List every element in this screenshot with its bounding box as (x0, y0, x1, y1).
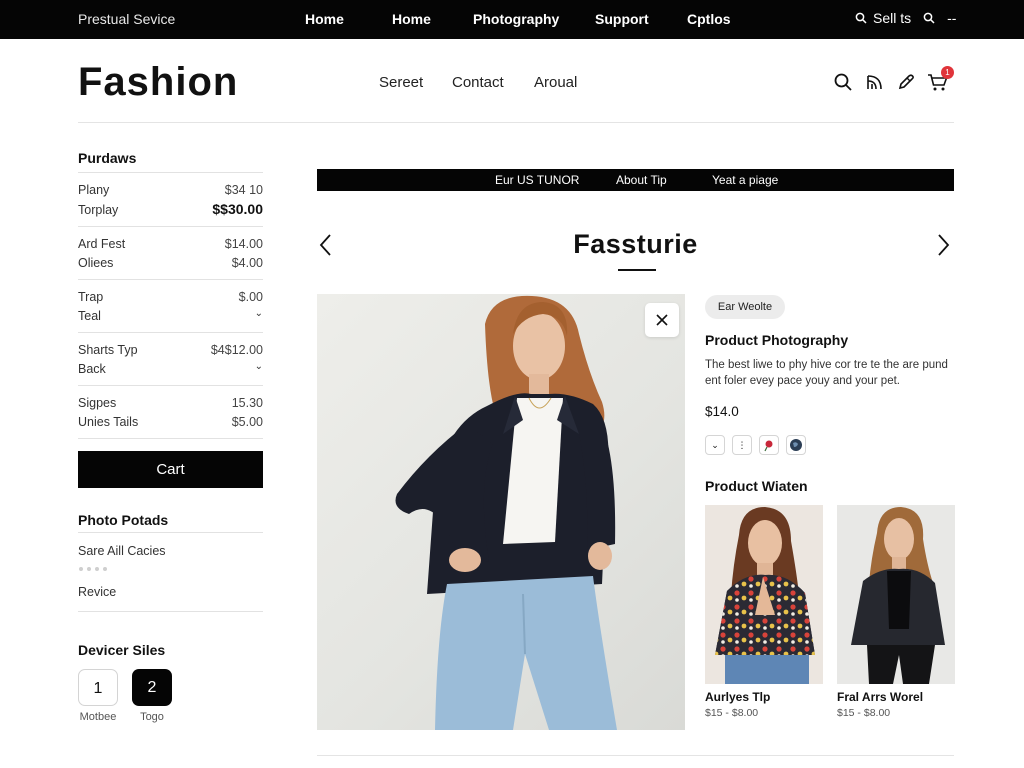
subnav-link[interactable]: Eur US TUNOR (495, 173, 579, 187)
summary-row: Trap $.00 (78, 290, 263, 306)
row-label: Oliees (78, 256, 114, 270)
related-product-image[interactable] (837, 505, 955, 684)
top-brand[interactable]: Prestual Sevice (78, 11, 175, 27)
rss-icon[interactable] (865, 72, 885, 92)
summary-row: Unies Tails $5.00 (78, 415, 263, 431)
row-label: Plany (78, 183, 110, 197)
row-label: Torplay (78, 203, 119, 217)
row-value: 15.30 (231, 396, 263, 410)
product-hero-image[interactable] (317, 294, 685, 730)
title-underline (618, 269, 656, 271)
summary-row: Oliees $4.00 (78, 256, 263, 272)
summary-row: Plany $34 10 (78, 183, 263, 199)
site-logo[interactable]: Fashion (78, 60, 238, 105)
top-nav-photography[interactable]: Photography (473, 11, 559, 27)
device-sizes-title: Devicer Siles (78, 642, 166, 658)
dropdown-row[interactable]: Back ⌄ (78, 361, 263, 378)
footer-divider (317, 755, 954, 756)
summary-row: Sigpes 15.30 (78, 396, 263, 412)
row-value: $4.00 (231, 256, 263, 270)
divider (78, 226, 263, 227)
chevron-down-icon[interactable]: ⌄ (255, 361, 263, 372)
globe-icon[interactable] (786, 435, 806, 455)
row-label: Ard Fest (78, 237, 126, 251)
chevron-icon[interactable]: ⌄ (705, 435, 725, 455)
product-description: The best liwe to phy hive cor tre te the… (705, 359, 948, 387)
size-caption: Togo (140, 711, 164, 723)
edit-icon[interactable] (896, 72, 916, 92)
summary-row: Torplay $$30.00 (78, 201, 263, 219)
chevron-right-icon[interactable] (932, 232, 954, 258)
row-value: $14.00 (224, 237, 263, 251)
placeholder-dots (79, 567, 107, 571)
top-nav-home-1[interactable]: Home (305, 11, 344, 27)
related-product-name[interactable]: Fral Arrs Worel (837, 690, 923, 704)
related-product-image[interactable] (705, 505, 823, 684)
row-label: Back (78, 362, 106, 376)
row-value: $.00 (238, 290, 263, 304)
size-option-2[interactable]: 2 (132, 669, 172, 706)
photo-link[interactable]: Sare Aill Cacies (78, 544, 263, 560)
search-icon[interactable] (833, 72, 853, 92)
category-chip[interactable]: Ear Weolte (705, 295, 785, 319)
row-label: Unies Tails (78, 415, 139, 429)
related-product-price: $15 - $8.00 (705, 707, 759, 719)
photo-link-label: Sare Aill Cacies (78, 544, 166, 558)
product-title: Product Photography (705, 332, 849, 348)
divider (78, 438, 263, 439)
header-divider (78, 122, 954, 123)
row-total-value: $$30.00 (212, 201, 263, 217)
divider (78, 332, 263, 333)
photo-products-title: Photo Potads (78, 512, 169, 528)
review-link[interactable]: Revice (78, 585, 263, 601)
purchases-title: Purdaws (78, 150, 137, 166)
more-menu[interactable]: -- (947, 10, 956, 26)
row-value: $34 10 (224, 183, 263, 197)
top-bar: Prestual Sevice Home Home Photography Su… (0, 0, 1024, 39)
cart-count-badge: 1 (941, 66, 954, 79)
size-option-1[interactable]: 1 (78, 669, 118, 706)
subnav-link[interactable]: About Tip (616, 173, 667, 187)
close-icon (656, 314, 668, 326)
subnav-link[interactable]: Yeat a piage (712, 173, 778, 187)
review-link-label: Revice (78, 585, 117, 599)
row-label: Teal (78, 309, 101, 323)
size-caption: Motbee (79, 711, 117, 723)
row-value: $4$12.00 (210, 343, 263, 357)
divider (78, 611, 263, 612)
summary-row: Ard Fest $14.00 (78, 237, 263, 253)
summary-row: Sharts Typ $4$12.00 (78, 343, 263, 359)
header-nav-contact[interactable]: Contact (452, 74, 504, 91)
related-product-price: $15 - $8.00 (837, 707, 891, 719)
related-product-name[interactable]: Aurlyes Tlp (705, 690, 770, 704)
close-button[interactable] (645, 303, 679, 337)
page-title: Fassturie (573, 229, 698, 259)
search-icon[interactable] (923, 12, 935, 24)
dropdown-row[interactable]: Teal ⌄ (78, 308, 263, 325)
sub-navigation-bar: Eur US TUNOR About Tip Yeat a piage (317, 169, 954, 191)
row-label: Sharts Typ (78, 343, 138, 357)
top-right-tools: Sell ts -- (855, 10, 956, 26)
top-nav-options[interactable]: Cptlos (687, 11, 731, 27)
row-label: Trap (78, 290, 104, 304)
header-nav-search[interactable]: Sereet (379, 74, 423, 91)
row-value: $5.00 (231, 415, 263, 429)
cart-button[interactable]: Cart (78, 451, 263, 488)
top-nav-home-2[interactable]: Home (392, 11, 431, 27)
product-price: $14.0 (705, 404, 739, 419)
grip-icon[interactable]: ⋮ (732, 435, 752, 455)
top-nav-support[interactable]: Support (595, 11, 649, 27)
divider (78, 279, 263, 280)
header-nav-about[interactable]: Aroual (534, 74, 577, 91)
chevron-down-icon[interactable]: ⌄ (255, 308, 263, 319)
sell-link[interactable]: Sell ts (873, 10, 911, 26)
rose-icon[interactable] (759, 435, 779, 455)
divider (78, 172, 263, 173)
divider (78, 532, 263, 533)
related-products-title: Product Wiaten (705, 478, 808, 494)
row-label: Sigpes (78, 396, 117, 410)
divider (78, 385, 263, 386)
search-icon[interactable] (855, 12, 867, 24)
